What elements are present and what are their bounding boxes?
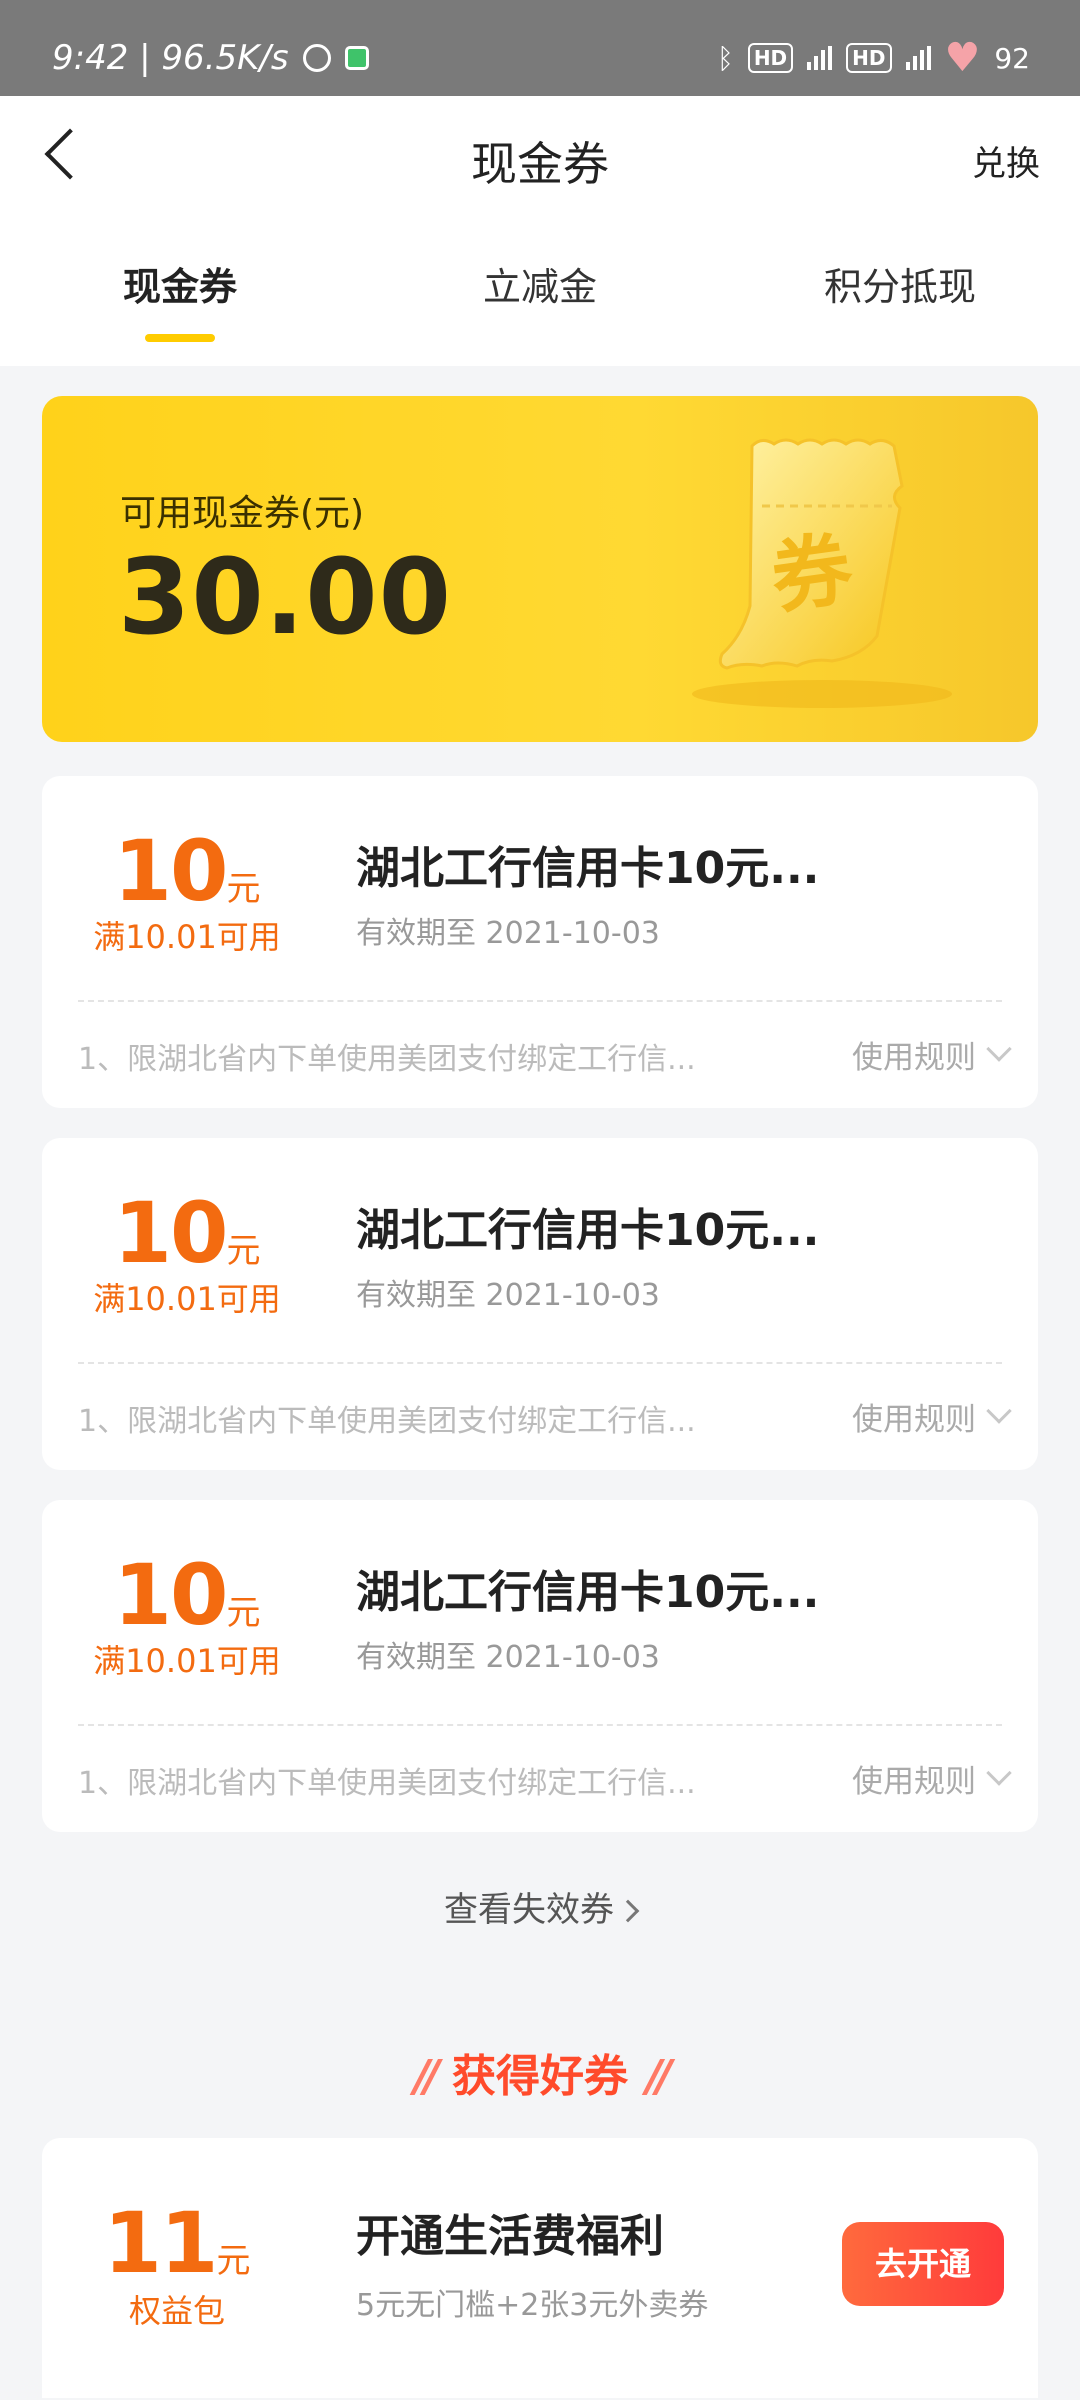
battery-level: 92 [994,41,1030,75]
coupon-rules-label: 使用规则 [852,1764,976,1800]
view-expired-label: 查看失效券 [444,1890,614,1930]
promo-amount-number: 11 [103,2194,219,2292]
tab-instant-discount[interactable]: 立减金 [360,256,720,336]
activate-button[interactable]: 去开通 [842,2222,1004,2306]
coupon-expiry: 有效期至 2021-10-03 [356,1278,660,1313]
coupon-description: 1、限湖北省内下单使用美团支付绑定工行信... [78,1404,696,1439]
page-title: 现金券 [471,137,609,191]
exchange-button[interactable]: 兑换 [972,136,1040,185]
heart-icon: ♥ [944,35,981,81]
coupon-card[interactable]: 10元 满10.01可用 湖北工行信用卡10元... 有效期至 2021-10-… [42,1138,1038,1470]
bluetooth-icon: ᛒ [717,41,734,75]
promo-description: 5元无门槛+2张3元外卖券 [356,2288,709,2323]
coupon-divider [78,1362,1002,1364]
coupon-divider [78,1000,1002,1002]
decorative-slashes-icon: // [413,2051,440,2102]
coupon-rules-toggle[interactable]: 使用规则 [852,1032,1012,1077]
coupon-amount: 10元 [82,822,292,920]
status-bar: 9:42 | 96.5K/s ᛒ HD HD ♥ 92 [0,0,1080,96]
status-time-speed: 9:42 | 96.5K/s [52,38,289,78]
decorative-slashes-icon: // [646,2051,672,2102]
promo-amount-unit: 元 [216,2241,251,2281]
coupon-amount-unit: 元 [226,869,261,909]
hd-icon-2: HD [846,43,892,73]
tab-cash-coupon[interactable]: 现金券 [0,256,360,336]
balance-label: 可用现金券(元) [120,493,365,534]
coupon-rules-toggle[interactable]: 使用规则 [852,1394,1012,1439]
coupon-title: 湖北工行信用卡10元... [356,843,820,894]
coupon-condition: 满10.01可用 [93,1280,281,1318]
promo-card: 11元 权益包 开通生活费福利 5元无门槛+2张3元外卖券 去开通 [42,2138,1038,2398]
coupon-card[interactable]: 10元 满10.01可用 湖北工行信用卡10元... 有效期至 2021-10-… [42,1500,1038,1832]
chevron-down-icon [986,1759,1012,1786]
coupon-amount-number: 10 [113,1184,229,1282]
coupon-description: 1、限湖北省内下单使用美团支付绑定工行信... [78,1042,696,1077]
hd-icon: HD [747,43,794,73]
coupon-amount: 10元 [82,1546,292,1644]
ticket-icon-label: 券 [766,522,859,625]
coupon-description: 1、限湖北省内下单使用美团支付绑定工行信... [78,1766,696,1801]
coupon-rules-toggle[interactable]: 使用规则 [852,1756,1012,1801]
status-right: ᛒ HD HD ♥ 92 [717,38,1030,78]
coupon-rules-label: 使用规则 [852,1402,976,1438]
chevron-down-icon [986,1397,1012,1424]
coupon-amount-unit: 元 [226,1593,261,1633]
coupon-condition: 满10.01可用 [93,918,281,956]
promo-subtitle: 权益包 [128,2292,225,2330]
alarm-icon [302,44,331,72]
header: 现金券 兑换 现金券 立减金 积分抵现 [0,96,1080,366]
coupon-condition: 满10.01可用 [93,1642,281,1680]
coupon-amount: 10元 [82,1184,292,1282]
coupon-title: 湖北工行信用卡10元... [356,1205,820,1256]
coupon-amount-number: 10 [113,1546,229,1644]
signal-icon [807,46,833,70]
signal-icon-2 [905,46,931,70]
promo-heading-text: 获得好券 [452,2051,628,2102]
chevron-down-icon [986,1035,1012,1062]
promo-heading: //获得好券// [0,2040,1080,2104]
balance-card: 可用现金券(元) 30.00 券 [42,396,1038,742]
coupon-rules-label: 使用规则 [852,1040,976,1076]
coupon-expiry: 有效期至 2021-10-03 [356,1640,660,1675]
ticket-icon: 券 [692,438,952,708]
tab-bar: 现金券 立减金 积分抵现 [0,256,1080,336]
view-expired-coupons-link[interactable]: 查看失效券 [0,1882,1080,1931]
coupon-card[interactable]: 10元 满10.01可用 湖北工行信用卡10元... 有效期至 2021-10-… [42,776,1038,1108]
coupon-amount-number: 10 [113,822,229,920]
chevron-right-icon [616,1899,640,1923]
app-notification-icon [344,46,369,70]
coupon-expiry: 有效期至 2021-10-03 [356,916,660,951]
status-left: 9:42 | 96.5K/s [52,38,369,78]
promo-title: 开通生活费福利 [356,2211,664,2262]
balance-value: 30.00 [118,536,452,658]
coupon-divider [78,1724,1002,1726]
tab-points-cash[interactable]: 积分抵现 [720,256,1080,336]
coupon-title: 湖北工行信用卡10元... [356,1567,820,1618]
coupon-amount-unit: 元 [226,1231,261,1271]
promo-amount: 11元 [102,2194,252,2292]
